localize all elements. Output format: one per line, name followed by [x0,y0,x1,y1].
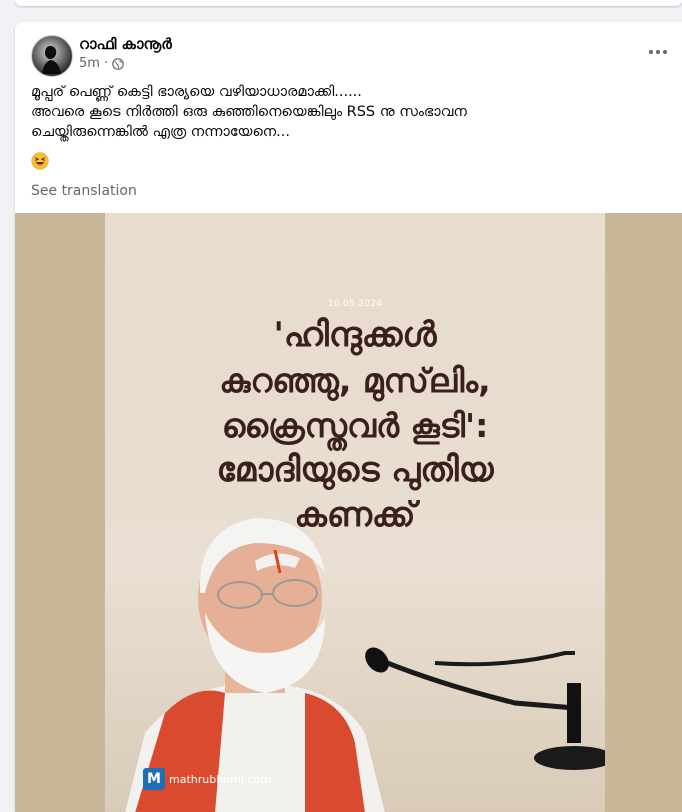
post-timestamp[interactable]: 5m [79,56,100,71]
post-card: റാഫി കാനൂർ 5m · മൂപ്പര് പെണ്ണ് കെട്ടി ഭാ… [15,22,682,812]
post-meta: 5m · [79,56,124,71]
post-text-line: മൂപ്പര് പെണ്ണ് കെട്ടി ഭാര്യയെ വഴിയാധാരമാ… [31,84,362,100]
more-options-button[interactable] [646,40,670,64]
mathrubhumi-logo-icon: M [143,768,165,790]
previous-post-card [15,0,682,6]
post-image[interactable]: 10.05.2024 'ഹിന്ദുക്കൾ കുറഞ്ഞു, മുസ്‌ലിം… [15,213,682,812]
post-text-line: അവരെ കൂടെ നിർത്തി ഒരു കുഞ്ഞിനെയെങ്കിലും … [31,104,467,120]
news-graphic: 10.05.2024 'ഹിന്ദുക്കൾ കുറഞ്ഞു, മുസ്‌ലിം… [105,213,605,812]
globe-icon[interactable] [112,57,124,70]
graphic-watermark: M mathrubhumi.com [143,768,271,790]
post-text: മൂപ്പര് പെണ്ണ് കെട്ടി ഭാര്യയെ വഴിയാധാരമാ… [31,82,651,142]
speaker-photo [125,518,605,812]
see-translation-link[interactable]: See translation [31,183,137,199]
avatar[interactable] [31,35,73,77]
author-name[interactable]: റാഫി കാനൂർ [79,35,172,53]
laughing-emoji-icon [31,152,49,170]
post-text-line: ചെയ്തിരുന്നെങ്കിൽ എത്ര നന്നായേനെ... [31,124,290,140]
avatar-silhouette-icon [42,46,61,74]
watermark-text: mathrubhumi.com [169,772,271,786]
